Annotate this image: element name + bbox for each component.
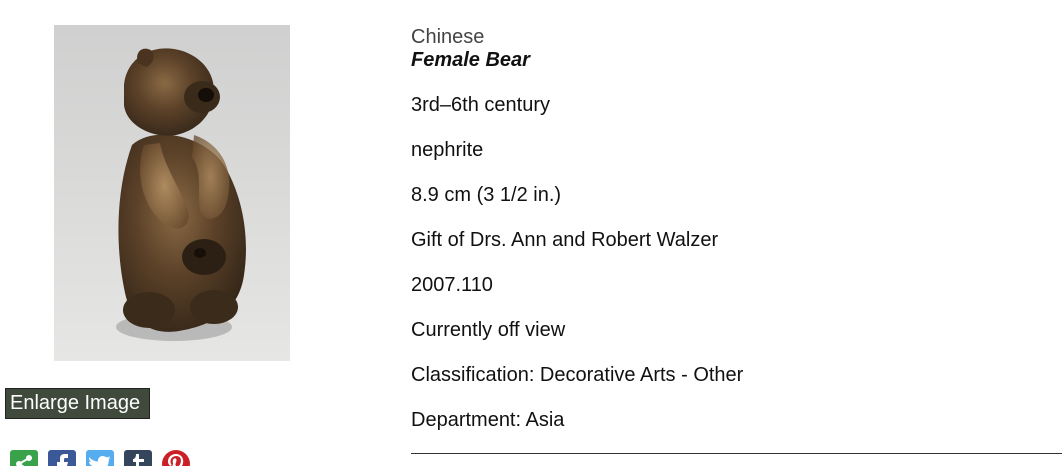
facebook-icon[interactable] bbox=[48, 450, 76, 466]
twitter-icon[interactable] bbox=[86, 450, 114, 466]
object-detail-page: Enlarge Image Chinese Female Bear 3rd–6t… bbox=[0, 0, 1062, 466]
section-divider bbox=[411, 453, 1062, 454]
tumblr-glyph-icon bbox=[133, 454, 144, 466]
facebook-glyph-icon bbox=[57, 454, 68, 466]
pinterest-icon[interactable] bbox=[162, 450, 190, 466]
object-date: 3rd–6th century bbox=[411, 94, 550, 116]
object-dimensions: 8.9 cm (3 1/2 in.) bbox=[411, 184, 562, 206]
object-title: Female Bear bbox=[411, 49, 530, 71]
object-details: Chinese Female Bear 3rd–6th century neph… bbox=[411, 26, 1056, 431]
object-credit-line: Gift of Drs. Ann and Robert Walzer bbox=[411, 229, 719, 251]
object-medium: nephrite bbox=[411, 139, 484, 161]
object-department: Department: Asia bbox=[411, 409, 565, 431]
tumblr-icon[interactable] bbox=[124, 450, 152, 466]
enlarge-image-button[interactable]: Enlarge Image bbox=[5, 388, 150, 419]
artwork-image[interactable] bbox=[54, 25, 290, 361]
object-classification: Classification: Decorative Arts - Other bbox=[411, 364, 744, 386]
share-icons-row bbox=[10, 450, 190, 466]
jade-bear-figure bbox=[116, 48, 246, 341]
twitter-glyph-icon bbox=[89, 456, 111, 466]
object-accession-number: 2007.110 bbox=[411, 274, 493, 296]
share-icon[interactable] bbox=[10, 450, 38, 466]
share-glyph-icon bbox=[16, 455, 32, 466]
culture-label: Chinese bbox=[411, 26, 485, 48]
object-location-status: Currently off view bbox=[411, 319, 566, 341]
pinterest-glyph-icon bbox=[168, 454, 184, 466]
